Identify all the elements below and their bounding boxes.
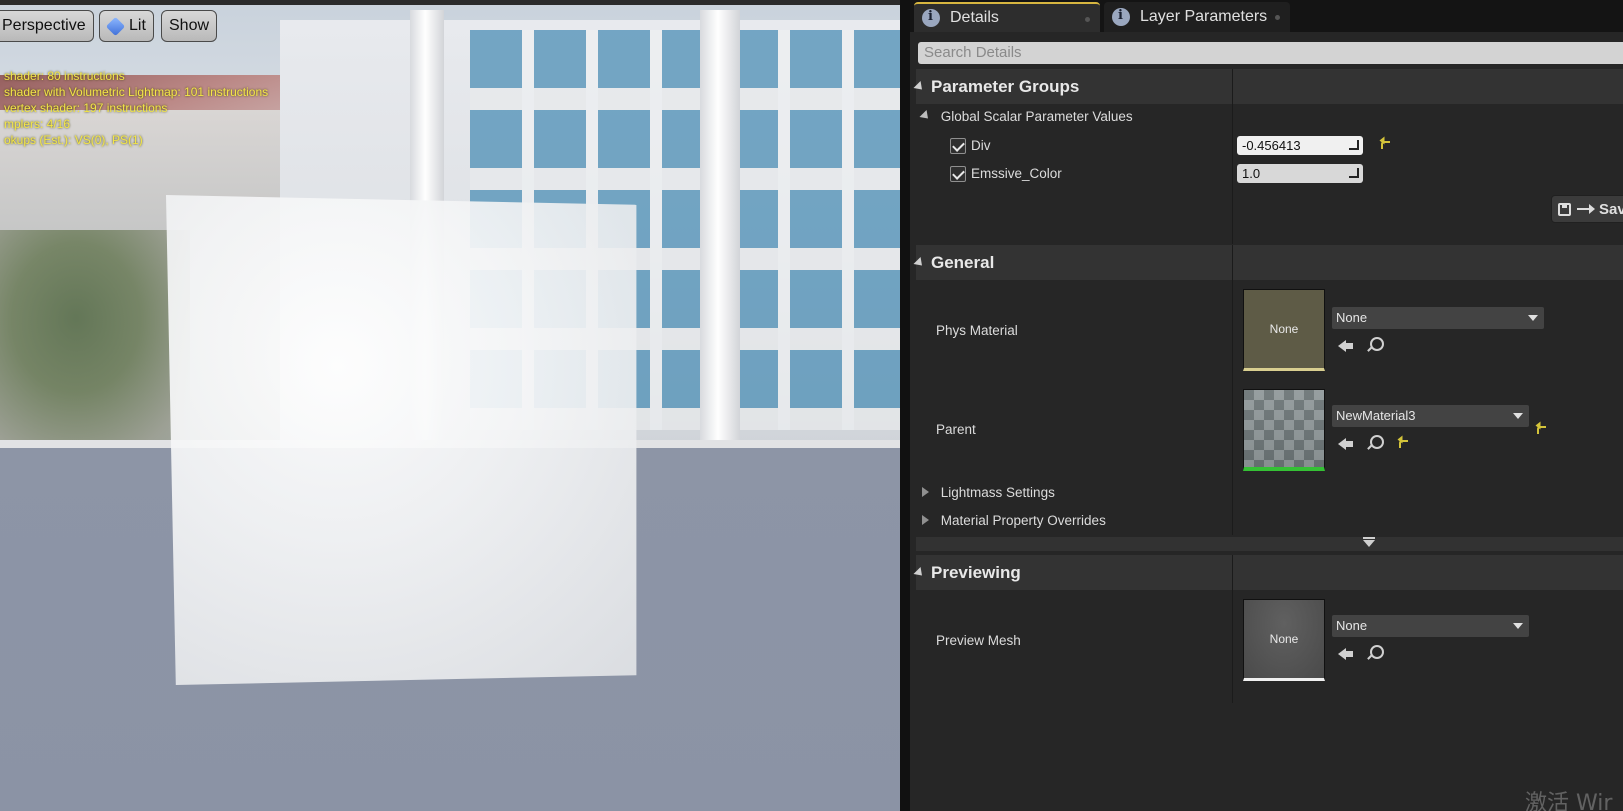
chevron-down-icon	[1513, 623, 1523, 629]
perspective-label: Perspective	[2, 17, 86, 34]
row-label: Lightmass Settings	[940, 485, 1055, 500]
group-label: Global Scalar Parameter Values	[940, 109, 1133, 124]
category-title: Parameter Groups	[931, 76, 1080, 96]
level-viewport[interactable]: Perspective Lit Show shader: 80 instruct…	[0, 0, 900, 811]
preview-mesh-combo[interactable]: None	[1332, 615, 1529, 637]
emssive-color-value-input[interactable]: 1.0	[1237, 164, 1363, 183]
thumbnail-text: None	[1269, 322, 1299, 336]
lightmass-settings-row[interactable]: Lightmass Settings	[922, 485, 1055, 500]
viewport-top-border	[0, 0, 900, 5]
thumbnail-text: None	[1269, 632, 1299, 646]
column-splitter[interactable]	[1232, 555, 1233, 703]
drag-arrows-icon	[1349, 168, 1359, 178]
windows-activation-watermark: 激活 Wir	[1525, 791, 1613, 811]
stat-line: shader: 80 instructions	[4, 69, 125, 83]
panel-splitter[interactable]	[900, 0, 910, 811]
category-general[interactable]: General	[913, 245, 1623, 280]
stat-line: shader with Volumetric Lightmap: 101 ins…	[4, 85, 269, 99]
browse-magnifier-icon[interactable]	[1367, 435, 1384, 451]
stat-line: okups (Est.): VS(0), PS(1)	[4, 133, 143, 147]
chevron-down-icon	[1528, 315, 1538, 321]
info-icon	[1112, 8, 1130, 26]
arrow-right-icon	[1577, 204, 1595, 214]
expand-triangle-icon	[913, 256, 926, 269]
tab-bar: Details Layer Parameters	[910, 0, 1623, 32]
use-selected-arrow-icon[interactable]	[1338, 646, 1354, 660]
collapse-arrow-icon[interactable]	[1363, 537, 1375, 547]
reset-to-default-icon[interactable]	[1537, 426, 1546, 434]
tab-details-label: Details	[950, 9, 999, 26]
tab-layer-label: Layer Parameters	[1140, 8, 1268, 25]
expand-triangle-icon	[922, 515, 929, 525]
lit-cube-icon	[105, 16, 126, 36]
parent-material-combo[interactable]: NewMaterial3	[1332, 405, 1529, 427]
search-details-input[interactable]: Search Details	[918, 42, 1623, 64]
lit-label: Lit	[129, 17, 146, 34]
stat-line: mplers: 4/16	[4, 117, 71, 131]
preview-mesh-thumbnail[interactable]: None	[1243, 599, 1325, 681]
expand-triangle-icon	[913, 566, 926, 579]
group-global-scalar[interactable]: Global Scalar Parameter Values	[919, 109, 1133, 124]
combo-value: None	[1336, 618, 1368, 633]
use-selected-arrow-icon[interactable]	[1338, 436, 1354, 450]
param-label-div: Div	[971, 138, 991, 153]
column-splitter[interactable]	[1232, 245, 1233, 535]
expand-triangle-icon	[913, 80, 926, 93]
scene-trees	[0, 230, 190, 450]
save-label: Sav	[1599, 200, 1623, 218]
save-sibling-button[interactable]: Sav	[1551, 195, 1623, 223]
tab-layer-parameters[interactable]: Layer Parameters	[1104, 2, 1290, 32]
param-label-emssive-color: Emssive_Color	[971, 166, 1062, 181]
div-value-input[interactable]: -0.456413	[1237, 136, 1363, 155]
browse-magnifier-icon[interactable]	[1367, 337, 1384, 353]
category-title: Previewing	[931, 562, 1021, 582]
info-icon	[922, 9, 940, 27]
save-disk-icon	[1558, 202, 1571, 216]
emssive-color-enable-checkbox[interactable]	[950, 166, 966, 182]
use-selected-arrow-icon[interactable]	[1338, 338, 1354, 352]
category-parameter-groups[interactable]: Parameter Groups	[913, 69, 1623, 104]
material-preview-plane	[166, 195, 637, 685]
stat-line: vertex shader: 197 instructions	[4, 101, 168, 115]
phys-material-thumbnail[interactable]: None	[1243, 289, 1325, 371]
material-property-overrides-row[interactable]: Material Property Overrides	[922, 513, 1106, 528]
row-label: Material Property Overrides	[940, 513, 1106, 528]
div-enable-checkbox[interactable]	[950, 138, 966, 154]
shader-stats: shader: 80 instructions shader with Volu…	[4, 68, 268, 148]
lit-button[interactable]: Lit	[99, 10, 154, 42]
category-previewing[interactable]: Previewing	[913, 555, 1623, 590]
combo-value: None	[1336, 310, 1368, 325]
div-value: -0.456413	[1242, 138, 1301, 153]
browse-magnifier-icon[interactable]	[1367, 645, 1384, 661]
expand-triangle-icon	[919, 109, 932, 123]
parent-label: Parent	[936, 422, 976, 437]
chevron-down-icon	[1513, 413, 1523, 419]
advanced-collapse-strip[interactable]	[916, 537, 1623, 551]
perspective-button[interactable]: Perspective	[0, 10, 94, 42]
tab-close-icon[interactable]	[1275, 15, 1280, 20]
preview-mesh-label: Preview Mesh	[936, 633, 1021, 648]
reset-to-default-icon[interactable]	[1399, 440, 1408, 448]
details-panel: Details Layer Parameters Search Details …	[910, 0, 1623, 811]
scene-pillar	[700, 10, 740, 450]
phys-material-combo[interactable]: None	[1332, 307, 1544, 329]
emssive-color-value: 1.0	[1242, 166, 1261, 181]
show-label: Show	[169, 17, 210, 34]
reset-to-default-icon[interactable]	[1381, 141, 1390, 149]
category-title: General	[931, 252, 995, 272]
drag-arrows-icon	[1349, 140, 1359, 150]
tab-details[interactable]: Details	[914, 2, 1100, 32]
show-button[interactable]: Show	[161, 10, 218, 42]
parent-material-thumbnail[interactable]	[1243, 389, 1325, 471]
column-splitter[interactable]	[1232, 69, 1233, 244]
combo-value: NewMaterial3	[1336, 408, 1416, 423]
tab-close-icon[interactable]	[1085, 17, 1090, 22]
search-placeholder: Search Details	[924, 44, 1022, 61]
expand-triangle-icon	[922, 487, 929, 497]
phys-material-label: Phys Material	[936, 323, 1018, 338]
